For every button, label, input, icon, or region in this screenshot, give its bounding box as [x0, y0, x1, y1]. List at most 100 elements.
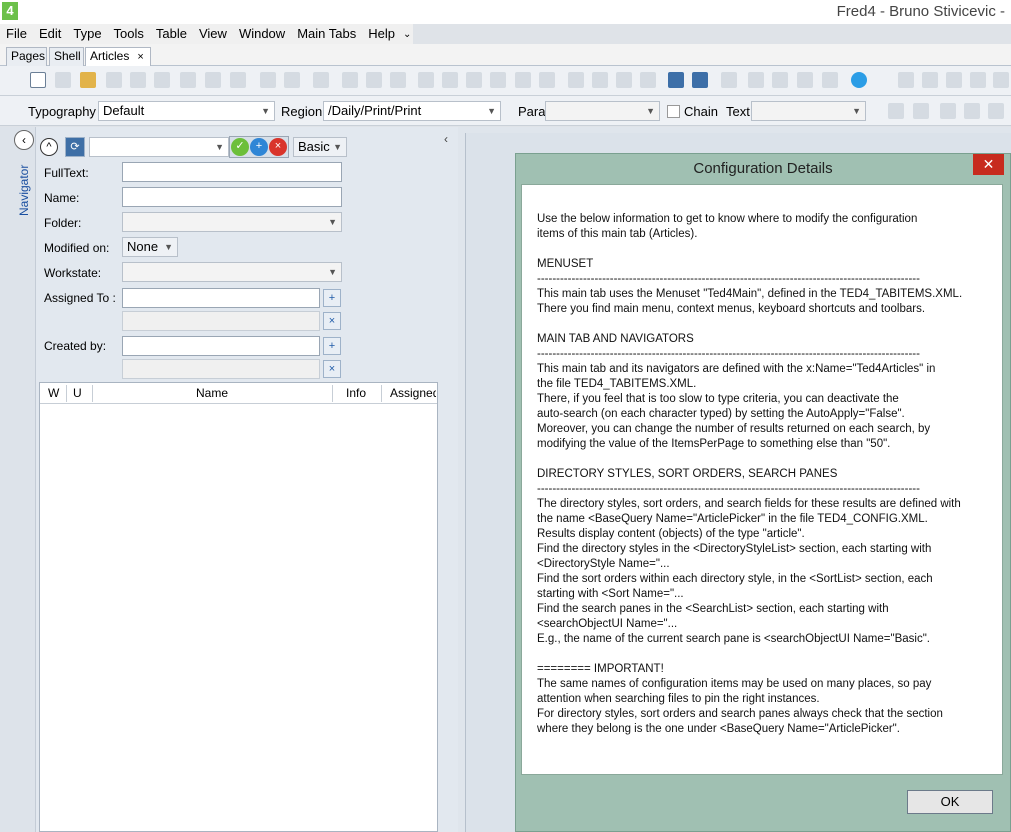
menu-file[interactable]: File — [0, 24, 33, 44]
main-tab-strip: Pages Shell Articles × — [0, 44, 1011, 66]
redo-icon[interactable] — [284, 72, 300, 88]
text-style-icon[interactable] — [913, 103, 929, 119]
chevron-up-icon[interactable]: ^ — [40, 138, 58, 156]
close-icon[interactable]: ✕ — [973, 154, 1004, 175]
saved-query-select[interactable]: ▼ — [89, 137, 229, 157]
refresh-icon[interactable]: ⟳ — [65, 137, 85, 157]
new-from-template-icon[interactable] — [55, 72, 71, 88]
folder-select[interactable]: ▼ — [122, 212, 342, 232]
align-left-icon[interactable] — [898, 72, 914, 88]
import-icon[interactable] — [668, 72, 684, 88]
menu-view[interactable]: View — [193, 24, 233, 44]
column-info[interactable]: Info — [346, 386, 366, 400]
clear-assigned-icon[interactable]: × — [323, 312, 341, 330]
insert-icon[interactable] — [721, 72, 737, 88]
pilcrow-icon[interactable] — [888, 103, 904, 119]
align-right-icon[interactable] — [946, 72, 962, 88]
facebook-icon[interactable] — [616, 72, 632, 88]
justify-icon[interactable] — [970, 72, 986, 88]
tag-icon[interactable] — [568, 72, 584, 88]
clear-created-by-icon[interactable]: × — [323, 360, 341, 378]
cut-icon[interactable] — [180, 72, 196, 88]
region-select[interactable]: /Daily/Print/Print ▼ — [323, 101, 501, 121]
panel-collapse-icon[interactable]: ‹ — [444, 132, 448, 146]
collapse-navigator-button[interactable]: ‹ — [14, 130, 34, 150]
publish-icon[interactable] — [539, 72, 555, 88]
menu-table[interactable]: Table — [150, 24, 193, 44]
chain-checkbox[interactable] — [667, 105, 680, 118]
search-pane-select[interactable]: Basic ▼ — [293, 137, 347, 157]
text-label: Text — [726, 104, 750, 119]
assign-user-picker-icon[interactable]: + — [323, 289, 341, 307]
bold-icon[interactable] — [940, 103, 956, 119]
copy-icon[interactable] — [205, 72, 221, 88]
lock-icon[interactable] — [313, 72, 329, 88]
modified-on-select[interactable]: None ▼ — [122, 237, 178, 257]
save-icon[interactable] — [106, 72, 122, 88]
workstate-select[interactable]: ▼ — [122, 262, 342, 282]
paste-icon[interactable] — [230, 72, 246, 88]
typography-select[interactable]: Default ▼ — [98, 101, 275, 121]
image-icon[interactable] — [490, 72, 506, 88]
disabled-icon[interactable] — [772, 72, 788, 88]
link-icon[interactable] — [515, 72, 531, 88]
new-document-icon[interactable] — [30, 72, 46, 88]
assigned-to-group-input[interactable] — [122, 311, 320, 331]
created-by-picker-icon[interactable]: + — [323, 337, 341, 355]
tab-pages[interactable]: Pages — [6, 47, 47, 66]
typography-label: Typography — [28, 104, 96, 119]
assigned-to-label: Assigned To : — [44, 291, 116, 305]
column-w[interactable]: W — [48, 386, 59, 400]
menu-tools[interactable]: Tools — [108, 24, 150, 44]
name-input[interactable] — [122, 187, 342, 207]
globe-icon[interactable] — [366, 72, 382, 88]
panel-icon[interactable] — [797, 72, 813, 88]
strikethrough-icon[interactable] — [988, 103, 1004, 119]
chart-icon[interactable] — [748, 72, 764, 88]
fulltext-input[interactable] — [122, 162, 342, 182]
dialog-body: Use the below information to get to know… — [521, 184, 1003, 775]
menu-edit[interactable]: Edit — [33, 24, 67, 44]
find-icon[interactable] — [342, 72, 358, 88]
results-list[interactable]: W U Name Info Assigned — [39, 382, 438, 832]
clear-icon[interactable]: × — [269, 138, 287, 156]
open-folder-icon[interactable] — [80, 72, 96, 88]
italic-icon[interactable] — [964, 103, 980, 119]
indent-icon[interactable] — [993, 72, 1009, 88]
menu-type[interactable]: Type — [67, 24, 107, 44]
note-icon[interactable] — [592, 72, 608, 88]
text-select[interactable]: ▼ — [751, 101, 866, 121]
spellcheck-icon[interactable] — [154, 72, 170, 88]
menu-main-tabs[interactable]: Main Tabs — [291, 24, 362, 44]
assigned-to-input[interactable] — [122, 288, 320, 308]
web-icon[interactable] — [390, 72, 406, 88]
skype-icon[interactable] — [851, 72, 867, 88]
para-select[interactable]: ▼ — [545, 101, 660, 121]
frame-icon[interactable] — [442, 72, 458, 88]
undo-icon[interactable] — [260, 72, 276, 88]
tab-close-icon[interactable]: × — [137, 51, 143, 63]
print-icon[interactable] — [130, 72, 146, 88]
created-by-input[interactable] — [122, 336, 320, 356]
region-label: Region — [281, 104, 323, 119]
align-center-icon[interactable] — [922, 72, 938, 88]
window-title: Fred4 - Bruno Stivicevic - — [836, 3, 1005, 20]
ok-button[interactable]: OK — [907, 790, 993, 814]
export-icon[interactable] — [692, 72, 708, 88]
add-icon[interactable]: + — [250, 138, 268, 156]
tab-shell[interactable]: Shell — [49, 47, 84, 66]
menu-window[interactable]: Window — [233, 24, 291, 44]
tab-articles[interactable]: Articles × — [85, 47, 151, 66]
menu-overflow-icon[interactable]: ⌄ — [401, 29, 413, 40]
created-by-group-input[interactable] — [122, 359, 320, 379]
table-icon[interactable] — [466, 72, 482, 88]
column-name[interactable]: Name — [196, 386, 228, 400]
window-icon[interactable] — [822, 72, 838, 88]
column-assigned[interactable]: Assigned — [390, 386, 436, 400]
layout-icon[interactable] — [418, 72, 434, 88]
share-icon[interactable] — [640, 72, 656, 88]
modified-on-value: None — [127, 239, 159, 254]
apply-icon[interactable]: ✓ — [231, 138, 249, 156]
column-u[interactable]: U — [73, 386, 82, 400]
menu-help[interactable]: Help — [362, 24, 401, 44]
